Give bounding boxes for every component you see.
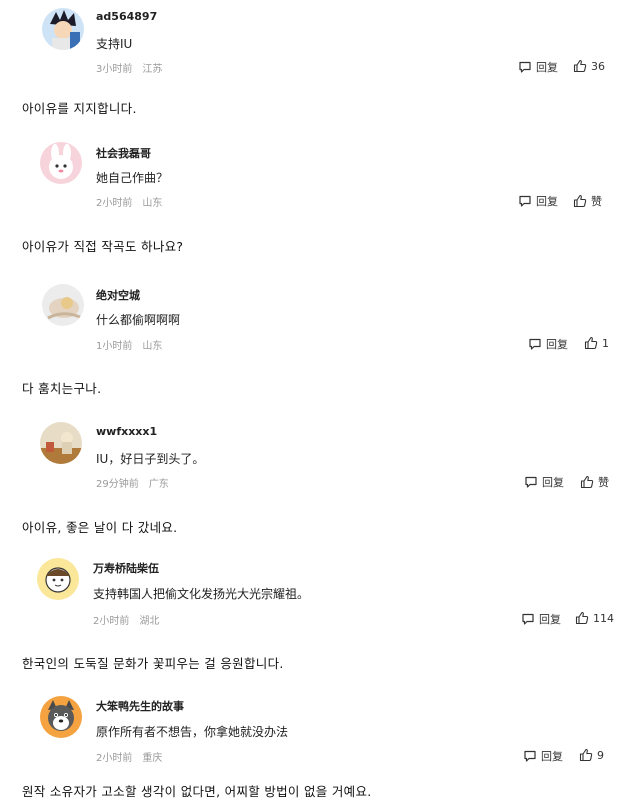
translation-text: 한국인의 도둑질 문화가 꽃피우는 걸 응원합니다. [22, 656, 284, 671]
comment-location: 山东 [142, 198, 163, 209]
reply-button[interactable]: 回复 [518, 193, 558, 209]
reply-button[interactable]: 回复 [518, 59, 558, 75]
like-count: 赞 [591, 195, 602, 208]
comment-bubble-icon [525, 476, 537, 488]
translation-text: 아이유가 직접 작곡도 하나요? [22, 239, 184, 254]
like-count: 114 [593, 611, 614, 625]
like-button[interactable]: 36 [573, 59, 605, 73]
reply-label: 回复 [546, 338, 568, 351]
comment-time: 29分钟前 [96, 479, 139, 490]
reply-label: 回复 [542, 476, 564, 489]
comment-time: 2小时前 [96, 198, 133, 209]
like-count: 赞 [598, 476, 609, 489]
like-count: 9 [597, 748, 604, 762]
like-count: 1 [602, 336, 609, 350]
comment-meta: 2小时前 湖北 [93, 612, 159, 627]
comment-bubble-icon [519, 61, 531, 73]
reply-label: 回复 [541, 750, 563, 763]
like-button[interactable]: 赞 [580, 474, 609, 490]
comment-bubble-icon [524, 750, 536, 762]
like-count: 36 [591, 59, 605, 73]
like-button[interactable]: 赞 [573, 193, 602, 209]
comment-text: 她自己作曲？ [96, 171, 169, 185]
comment-location: 江苏 [142, 64, 163, 75]
username[interactable]: 万寿桥陆柴伍 [93, 560, 159, 576]
avatar[interactable] [40, 422, 82, 464]
reply-button[interactable]: 回复 [523, 748, 563, 764]
reply-button[interactable]: 回复 [528, 336, 568, 352]
like-button[interactable]: 1 [584, 336, 609, 350]
comment-meta: 2小时前 山东 [96, 194, 162, 209]
thumbs-up-icon [580, 475, 594, 489]
translation-text: 아이유를 지지합니다. [22, 101, 137, 116]
reply-label: 回复 [539, 613, 561, 626]
comment-location: 山东 [142, 341, 163, 352]
reply-label: 回复 [536, 61, 558, 74]
username[interactable]: 大笨鸭先生的故事 [96, 698, 184, 714]
comment-location: 重庆 [142, 753, 163, 764]
comment-meta: 1小时前 山东 [96, 337, 162, 352]
username[interactable]: ad564897 [96, 10, 157, 23]
translation-text: 아이유, 좋은 날이 다 갔네요. [22, 520, 178, 535]
like-button[interactable]: 9 [579, 748, 604, 762]
comment-meta: 3小时前 江苏 [96, 60, 162, 75]
comment-bubble-icon [522, 613, 534, 625]
username[interactable]: 社会我磊哥 [96, 145, 151, 161]
comment-text: 支持韩国人把偷文化发扬光大光宗耀祖。 [93, 587, 310, 601]
thumbs-up-icon [575, 611, 589, 625]
username[interactable]: wwfxxxx1 [96, 425, 157, 438]
comment-location: 湖北 [139, 616, 160, 627]
comment-text: 原作所有者不想告，你拿她就没办法 [96, 725, 289, 739]
avatar[interactable] [37, 558, 79, 600]
reply-button[interactable]: 回复 [521, 611, 561, 627]
translation-text: 다 훔치는구나. [22, 381, 102, 396]
avatar[interactable] [40, 696, 82, 738]
comment-time: 3小时前 [96, 64, 133, 75]
reply-label: 回复 [536, 195, 558, 208]
username[interactable]: 绝对空城 [96, 287, 140, 303]
translation-text: 원작 소유자가 고소할 생각이 없다면, 어찌할 방법이 없을 거예요. [22, 784, 372, 799]
avatar[interactable] [42, 8, 84, 50]
thumbs-up-icon [584, 336, 598, 350]
comment-text: IU，好日子到头了。 [96, 452, 205, 466]
comment-location: 广东 [148, 479, 169, 490]
comment-bubble-icon [529, 338, 541, 350]
comment-time: 2小时前 [96, 753, 133, 764]
comment-text: 支持IU [96, 37, 133, 51]
thumbs-up-icon [573, 59, 587, 73]
comment-text: 什么都偷啊啊啊 [96, 313, 181, 327]
like-button[interactable]: 114 [575, 611, 614, 625]
comment-meta: 2小时前 重庆 [96, 749, 162, 764]
avatar[interactable] [40, 142, 82, 184]
comment-meta: 29分钟前 广东 [96, 475, 169, 490]
comment-time: 2小时前 [93, 616, 130, 627]
thumbs-up-icon [579, 748, 593, 762]
avatar[interactable] [42, 284, 84, 326]
thumbs-up-icon [573, 194, 587, 208]
comment-bubble-icon [519, 195, 531, 207]
reply-button[interactable]: 回复 [524, 474, 564, 490]
comment-time: 1小时前 [96, 341, 133, 352]
